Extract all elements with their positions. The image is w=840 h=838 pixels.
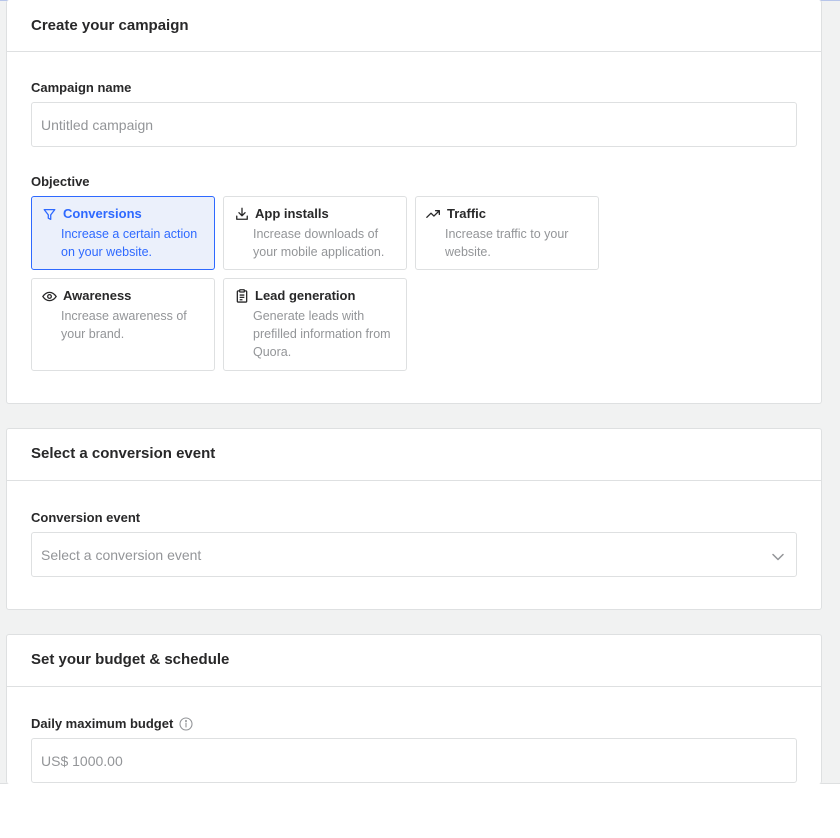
- conversion-event-placeholder: Select a conversion event: [41, 546, 202, 563]
- filter-icon: [42, 207, 57, 222]
- daily-budget-label-text: Daily maximum budget: [31, 716, 174, 731]
- objective-label-lead-generation: Lead generation: [255, 288, 356, 303]
- daily-budget-label: Daily maximum budget: [31, 716, 193, 732]
- conversion-event-label: Conversion event: [31, 510, 141, 525]
- budget-schedule-header: Set your budget & schedule: [7, 635, 821, 687]
- conversion-event-card: Select a conversion event Conversion eve…: [6, 428, 822, 610]
- objective-tile-awareness[interactable]: Awareness Increase awareness of your bra…: [31, 278, 215, 371]
- eye-icon: [42, 289, 57, 304]
- objective-desc-lead-generation: Generate leads with prefilled informatio…: [253, 309, 391, 359]
- objective-desc-traffic: Increase traffic to your website.: [445, 227, 569, 259]
- objective-desc-app-installs: Increase downloads of your mobile applic…: [253, 227, 385, 259]
- objective-desc-awareness: Increase awareness of your brand.: [61, 309, 187, 341]
- objective-tile-conversions[interactable]: Conversions Increase a certain action on…: [31, 196, 215, 270]
- daily-budget-input[interactable]: US$ 1000.00: [31, 738, 797, 783]
- campaign-name-placeholder: Untitled campaign: [41, 116, 154, 133]
- conversion-event-select[interactable]: Select a conversion event: [31, 532, 797, 577]
- objective-label-awareness: Awareness: [63, 288, 132, 303]
- objective-desc-conversions: Increase a certain action on your websit…: [61, 227, 198, 259]
- budget-schedule-title: Set your budget & schedule: [31, 651, 230, 668]
- conversion-event-title: Select a conversion event: [31, 445, 216, 462]
- campaign-name-input[interactable]: Untitled campaign: [31, 102, 797, 147]
- objective-label-app-installs: App installs: [255, 206, 329, 221]
- trending-up-icon: [426, 207, 441, 222]
- objective-tile-lead-generation[interactable]: Lead generation Generate leads with pref…: [223, 278, 407, 371]
- budget-schedule-card: Set your budget & schedule Daily maximum…: [6, 634, 822, 784]
- chevron-down-icon: [772, 548, 784, 564]
- campaign-name-label: Campaign name: [31, 80, 132, 95]
- conversion-event-header: Select a conversion event: [7, 429, 821, 481]
- objective-label-traffic: Traffic: [447, 206, 487, 221]
- objective-label: Objective: [31, 174, 90, 189]
- create-campaign-card: Create your campaign Campaign name Untit…: [6, 0, 822, 404]
- objective-label-conversions: Conversions: [63, 206, 142, 221]
- create-campaign-header: Create your campaign: [7, 0, 821, 52]
- info-icon[interactable]: [179, 717, 193, 731]
- clipboard-icon: [234, 289, 249, 304]
- download-icon: [234, 207, 249, 222]
- daily-budget-placeholder: US$ 1000.00: [41, 752, 123, 769]
- objective-tile-app-installs[interactable]: App installs Increase downloads of your …: [223, 196, 407, 270]
- objective-tile-traffic[interactable]: Traffic Increase traffic to your website…: [415, 196, 599, 270]
- create-campaign-title: Create your campaign: [31, 17, 189, 34]
